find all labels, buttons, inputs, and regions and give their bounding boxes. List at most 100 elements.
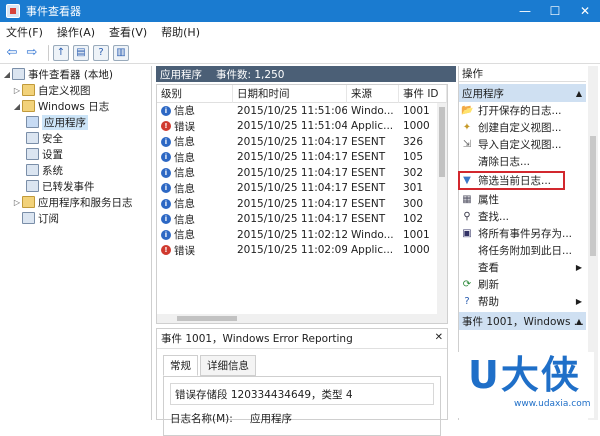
level-text: 信息 — [174, 151, 195, 164]
tab-details[interactable]: 详细信息 — [200, 355, 256, 376]
menu-action[interactable]: 操作(A) — [57, 24, 95, 40]
tree-item-label: Windows 日志 — [38, 100, 110, 113]
table-row[interactable]: i 信息 2015/10/25 11:04:17 ESENT 105 — [157, 150, 447, 166]
column-header-date[interactable]: 日期和时间 — [233, 85, 347, 103]
error-icon: ! — [161, 245, 171, 256]
section-label: 应用程序 — [462, 87, 504, 100]
tab-general[interactable]: 常规 — [163, 355, 198, 376]
help-icon[interactable]: ? — [93, 44, 109, 61]
tree-item-application[interactable]: 应用程序 — [2, 114, 151, 130]
tree-item-forwarded-events[interactable]: 已转发事件 — [2, 178, 151, 194]
source-cell: ESENT — [351, 151, 386, 164]
menu-file[interactable]: 文件(F) — [6, 24, 43, 40]
action-item[interactable]: ⇲ 导入自定义视图... — [459, 136, 586, 153]
action-item[interactable]: 📂 打开保存的日志... — [459, 102, 586, 119]
scroll-thumb[interactable] — [590, 136, 596, 256]
table-row[interactable]: ! 错误 2015/10/25 11:02:09 Applic... 1000 — [157, 243, 447, 259]
tree-item-app-services-logs[interactable]: ▷ 应用程序和服务日志 — [2, 194, 151, 210]
action-item[interactable]: ⚲ 查找... — [459, 208, 586, 225]
event-detail-header: 事件 1001，Windows Error Reporting ✕ — [157, 329, 447, 349]
date-cell: 2015/10/25 11:02:09 — [237, 244, 347, 257]
expand-icon[interactable]: ▷ — [12, 86, 22, 95]
collapse-icon[interactable]: ◢ — [12, 102, 22, 111]
detail-tabs: 常规 详细信息 — [163, 355, 447, 376]
up-folder-icon[interactable]: ↑ — [53, 44, 69, 61]
log-icon — [26, 132, 39, 144]
action-item[interactable]: 将任务附加到此日... — [459, 242, 586, 259]
action-item[interactable]: ▼ 筛选当前日志... — [458, 171, 565, 190]
expand-icon[interactable]: ▷ — [12, 198, 22, 207]
maximize-button[interactable]: ☐ — [540, 0, 570, 22]
window-title: 事件查看器 — [26, 5, 81, 18]
back-arrow-icon[interactable]: ⇦ — [4, 45, 20, 61]
info-icon: i — [161, 183, 171, 194]
tree-item-system[interactable]: 系统 — [2, 162, 151, 178]
collapse-caret-icon[interactable]: ▲ — [576, 317, 582, 326]
tree-item-subscriptions[interactable]: 订阅 — [2, 210, 151, 226]
toolbar-separator — [48, 44, 49, 61]
close-icon[interactable]: ✕ — [435, 332, 443, 343]
find-icon: ⚲ — [463, 210, 471, 222]
date-cell: 2015/10/25 11:04:17 — [237, 197, 347, 210]
action-item[interactable]: 清除日志... — [459, 153, 586, 170]
level-text: 信息 — [174, 213, 195, 226]
level-cell: i 信息 — [157, 134, 233, 149]
scroll-thumb[interactable] — [439, 107, 445, 177]
tree-item-custom-views[interactable]: ▷ 自定义视图 — [2, 82, 151, 98]
blank-icon — [461, 262, 473, 274]
level-cell: i 信息 — [157, 227, 233, 242]
import-icon: ⇲ — [462, 138, 472, 150]
date-cell: 2015/10/25 11:02:12 — [237, 228, 347, 241]
minimize-button[interactable]: — — [510, 0, 540, 22]
horizontal-scrollbar[interactable] — [157, 314, 447, 323]
submenu-arrow-icon: ▶ — [575, 263, 582, 272]
table-row[interactable]: i 信息 2015/10/25 11:04:17 ESENT 302 — [157, 165, 447, 181]
watermark-logo: U大侠 — [468, 353, 581, 397]
tree-item-windows-logs[interactable]: ◢ Windows 日志 — [2, 98, 151, 114]
action-item[interactable]: ? 帮助 ▶ — [459, 293, 586, 310]
properties-icon: ▦ — [462, 193, 472, 205]
save-icon: ▣ — [462, 227, 472, 239]
level-cell: i 信息 — [157, 212, 233, 227]
filter-star-icon: ✦ — [462, 121, 472, 133]
action-item[interactable]: ▦ 属性 — [459, 191, 586, 208]
collapse-icon[interactable]: ◢ — [2, 70, 12, 79]
date-cell: 2015/10/25 11:51:06 — [237, 104, 347, 117]
table-row[interactable]: i 信息 2015/10/25 11:04:17 ESENT 301 — [157, 181, 447, 197]
action-label: 查找... — [478, 211, 510, 223]
table-row[interactable]: i 信息 2015/10/25 11:04:17 ESENT 326 — [157, 134, 447, 150]
show-hide-action-pane-icon[interactable]: ▥ — [113, 44, 129, 61]
table-body: i 信息 2015/10/25 11:51:06 Windo... 1001! 错误 201… — [157, 103, 447, 258]
menu-view[interactable]: 查看(V) — [109, 24, 147, 40]
vertical-scrollbar[interactable] — [437, 103, 447, 323]
center-pane: 应用程序 事件数: 1,250 级别 日期和时间 来源 事件 ID i 信息 201… — [156, 66, 456, 436]
tree-item-root[interactable]: ◢ 事件查看器 (本地) — [2, 66, 151, 82]
actions-section-event[interactable]: 事件 1001，Windows ... ▲ — [459, 312, 586, 330]
forward-arrow-icon[interactable]: ⇨ — [24, 45, 40, 61]
date-cell: 2015/10/25 11:04:17 — [237, 135, 347, 148]
menu-bar: 文件(F) 操作(A) 查看(V) 帮助(H) — [0, 22, 600, 42]
action-item[interactable]: 查看 ▶ — [459, 259, 586, 276]
table-row[interactable]: i 信息 2015/10/25 11:51:06 Windo... 1001 — [157, 103, 447, 119]
menu-help[interactable]: 帮助(H) — [161, 24, 200, 40]
collapse-caret-icon[interactable]: ▲ — [576, 89, 582, 98]
tree-item-security[interactable]: 安全 — [2, 130, 151, 146]
scroll-thumb[interactable] — [177, 316, 237, 321]
table-row[interactable]: ! 错误 2015/10/25 11:51:04 Applic... 1000 — [157, 119, 447, 135]
log-name-value: 应用程序 — [250, 413, 292, 425]
actions-section-application[interactable]: 应用程序 ▲ — [459, 84, 586, 102]
show-hide-tree-icon[interactable]: ▤ — [73, 44, 89, 61]
tree-item-setup[interactable]: 设置 — [2, 146, 151, 162]
close-button[interactable]: ✕ — [570, 0, 600, 22]
level-text: 信息 — [174, 105, 195, 118]
column-header-event-id[interactable]: 事件 ID — [399, 85, 447, 103]
watermark: U大侠 www.udaxia.com — [454, 352, 594, 418]
action-item[interactable]: ▣ 将所有事件另存为... — [459, 225, 586, 242]
table-row[interactable]: i 信息 2015/10/25 11:04:17 ESENT 300 — [157, 196, 447, 212]
table-row[interactable]: i 信息 2015/10/25 11:04:17 ESENT 102 — [157, 212, 447, 228]
table-row[interactable]: i 信息 2015/10/25 11:02:12 Windo... 1001 — [157, 227, 447, 243]
column-header-source[interactable]: 来源 — [347, 85, 399, 103]
column-header-level[interactable]: 级别 — [157, 85, 233, 103]
action-item[interactable]: ✦ 创建自定义视图... — [459, 119, 586, 136]
action-item[interactable]: ⟳ 刷新 — [459, 276, 586, 293]
